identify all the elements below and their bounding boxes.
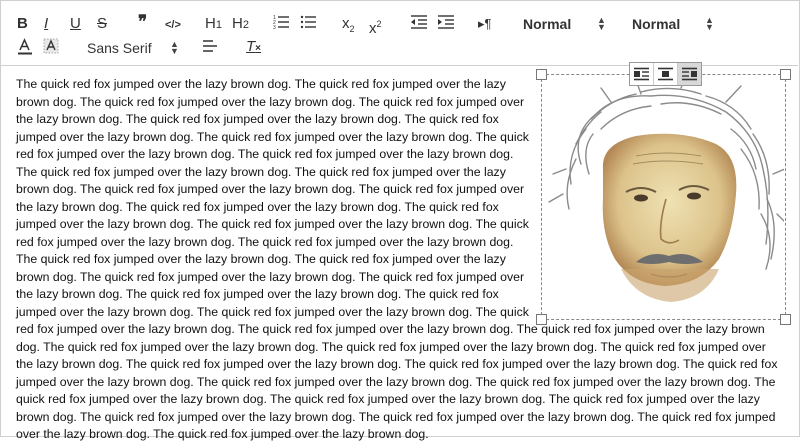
font-select[interactable]: Sans Serif ▲ ▼ xyxy=(87,39,182,57)
resize-handle-top-right[interactable] xyxy=(780,69,791,80)
background-color-icon xyxy=(43,38,59,54)
text-color-button[interactable] xyxy=(17,38,33,61)
format-select-2-value: Normal xyxy=(632,16,681,32)
image-selection-box xyxy=(541,74,786,320)
clean-format-label: T xyxy=(246,38,256,55)
italic-button[interactable]: I xyxy=(44,15,48,33)
format-select-2[interactable]: Normal ▲ ▼ xyxy=(632,15,714,33)
format-select-1-value: Normal xyxy=(523,16,572,32)
image-align-toolbar xyxy=(629,62,702,86)
editor-content[interactable]: The quick red fox jumped over the lazy b… xyxy=(16,62,791,441)
bullet-list-icon xyxy=(300,15,316,29)
ordered-list-button[interactable]: 1 2 3 xyxy=(273,14,291,35)
text-color-icon xyxy=(18,38,32,55)
embedded-image[interactable] xyxy=(536,62,791,325)
superscript-x: x xyxy=(369,20,377,37)
indent-icon xyxy=(438,15,454,29)
outdent-icon xyxy=(411,15,427,29)
align-left-icon xyxy=(203,40,217,52)
subscript-n: 2 xyxy=(349,24,355,34)
strike-button[interactable]: S xyxy=(97,15,107,33)
chevron-updown-icon: ▲ ▼ xyxy=(705,15,714,32)
image-align-center-button[interactable] xyxy=(654,63,678,85)
text-direction-button[interactable]: ▸¶ xyxy=(478,15,492,33)
header-1-sub: 1 xyxy=(215,19,222,31)
image-align-right-button[interactable] xyxy=(678,63,701,85)
indent-button[interactable] xyxy=(437,14,455,35)
clear-x-icon: × xyxy=(255,43,262,54)
blockquote-button[interactable]: ❞ xyxy=(138,13,147,31)
superscript-n: 2 xyxy=(376,19,382,29)
align-button[interactable] xyxy=(202,39,218,58)
chevron-updown-icon: ▲ ▼ xyxy=(170,39,179,56)
chevron-updown-icon: ▲ ▼ xyxy=(597,15,606,32)
bullet-list-button[interactable] xyxy=(300,14,318,35)
outdent-button[interactable] xyxy=(410,14,428,35)
format-select-1[interactable]: Normal ▲ ▼ xyxy=(523,15,606,33)
header-2-button[interactable]: H2 xyxy=(232,15,249,34)
underline-button[interactable]: U xyxy=(70,15,81,33)
resize-handle-bottom-right[interactable] xyxy=(780,314,791,325)
align-left-icon xyxy=(634,67,649,81)
subscript-button[interactable]: x2 xyxy=(342,15,355,38)
font-select-value: Sans Serif xyxy=(87,40,152,56)
header-2-label: H xyxy=(232,15,243,32)
subscript-x: x xyxy=(342,15,350,32)
clean-format-button[interactable]: T× xyxy=(246,38,261,58)
toolbar: B I U S ❞ </> H1 H2 1 2 3 x2 x2 ▸¶ Norma… xyxy=(1,1,798,66)
image-align-left-button[interactable] xyxy=(630,63,654,85)
header-1-label: H xyxy=(205,15,216,32)
code-block-button[interactable]: </> xyxy=(165,16,181,34)
ordered-list-icon: 1 2 3 xyxy=(273,15,289,31)
resize-handle-bottom-left[interactable] xyxy=(536,314,547,325)
header-1-button[interactable]: H1 xyxy=(205,15,222,34)
svg-text:3: 3 xyxy=(273,25,276,30)
align-right-icon xyxy=(682,67,697,81)
align-center-icon xyxy=(658,67,673,81)
resize-handle-top-left[interactable] xyxy=(536,69,547,80)
background-color-button[interactable] xyxy=(43,38,59,61)
header-2-sub: 2 xyxy=(242,19,249,31)
superscript-button[interactable]: x2 xyxy=(369,15,382,38)
bold-button[interactable]: B xyxy=(17,15,28,33)
